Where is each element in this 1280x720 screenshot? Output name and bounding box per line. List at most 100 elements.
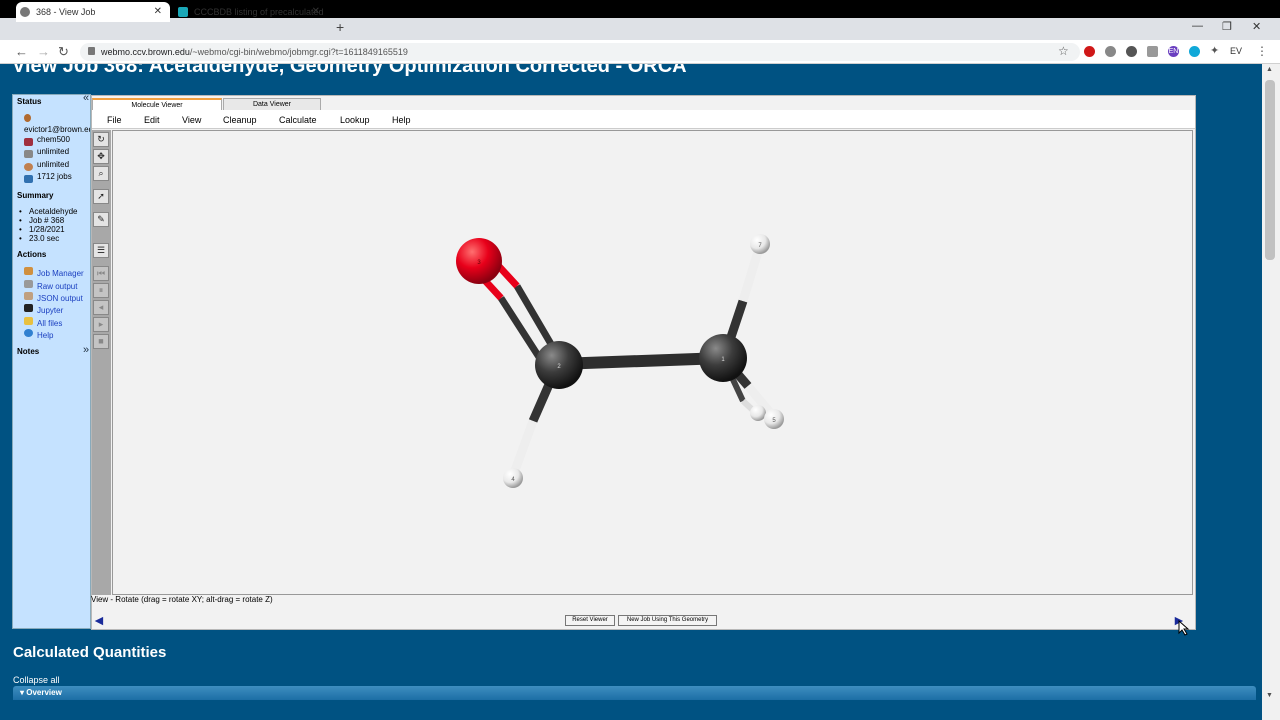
jupyter-icon (24, 304, 33, 312)
expand-notes-icon[interactable]: » (83, 344, 89, 356)
tab-molecule-viewer[interactable]: Molecule Viewer (92, 98, 222, 110)
job-sidebar: « Status evictor1@brown.edu chem500 unli… (12, 94, 91, 629)
summary-molecule: Acetaldehyde (29, 207, 78, 216)
json-output-link[interactable]: JSON output (37, 294, 83, 303)
scrollbar-thumb[interactable] (1265, 80, 1275, 260)
pause-icon[interactable]: ⏸ (93, 283, 109, 298)
previous-arrow-icon[interactable]: ◄ (92, 612, 106, 628)
mouse-cursor-icon (1178, 620, 1190, 636)
stop-icon[interactable]: ■ (93, 334, 109, 349)
browser-menu-icon[interactable]: ⋮ (1256, 44, 1268, 58)
overview-toggle[interactable]: ▾ Overview (20, 688, 62, 697)
menu-edit[interactable]: Edit (144, 115, 160, 125)
draw-tool-icon[interactable]: ✎ (93, 212, 109, 227)
document-icon (24, 280, 33, 288)
calculated-quantities-heading: Calculated Quantities (13, 644, 167, 661)
atom-c1[interactable]: 1 (699, 334, 747, 382)
forward-arrow-icon[interactable]: → (37, 44, 50, 59)
new-tab-icon[interactable]: + (336, 19, 344, 35)
language-extension-icon[interactable]: EN (1168, 46, 1179, 57)
status-user: evictor1@brown.edu (24, 125, 91, 134)
viewer-status-text: View - Rotate (drag = rotate XY; alt-dra… (91, 595, 273, 604)
summary-heading: Summary (17, 191, 54, 200)
browser-tab-view-job[interactable]: 368 - View Job ✕ (16, 2, 170, 22)
atom-o3[interactable]: 3 (456, 238, 502, 284)
zoom-tool-icon[interactable]: ⌕ (93, 166, 109, 181)
home-icon (24, 267, 33, 275)
step-back-icon[interactable]: ◂ (93, 300, 109, 315)
summary-job-number: Job # 368 (29, 216, 65, 225)
back-arrow-icon[interactable]: ← (15, 44, 28, 59)
menu-calculate[interactable]: Calculate (279, 115, 317, 125)
molecule-canvas[interactable]: 3 2 1 4 7 5 (112, 130, 1193, 595)
summary-date: 1/28/2021 (29, 225, 65, 234)
tab-close-icon[interactable]: ✕ (312, 6, 320, 17)
skype-extension-icon[interactable] (1189, 46, 1200, 57)
adblock-extension-icon[interactable] (1084, 46, 1095, 57)
overview-section-header[interactable] (13, 686, 1256, 700)
actions-heading: Actions (17, 250, 47, 259)
all-files-link[interactable]: All files (37, 319, 62, 328)
atom-h5[interactable]: 5 (764, 409, 784, 429)
user-icon (24, 114, 31, 122)
cccbdb-favicon-icon (178, 7, 188, 17)
select-tool-icon[interactable]: ➚ (93, 189, 109, 204)
folder-icon (24, 317, 33, 325)
collapse-all-link[interactable]: Collapse all (13, 675, 60, 685)
menu-lookup[interactable]: Lookup (340, 115, 370, 125)
translate-tool-icon[interactable]: ✥ (93, 149, 109, 164)
bullet: • (19, 216, 22, 225)
url-text[interactable]: webmo.ccv.brown.edu/~webmo/cgi-bin/webmo… (101, 47, 408, 57)
time-quota-icon (24, 163, 33, 171)
screen: 368 - View Job ✕ CCCBDB listing of preca… (0, 0, 1280, 720)
atom-h4[interactable]: 4 (503, 468, 523, 488)
rotate-tool-icon[interactable]: ↻ (93, 132, 109, 147)
job-manager-link[interactable]: Job Manager (37, 269, 84, 278)
puzzle-extensions-icon[interactable]: ✦ (1210, 44, 1219, 57)
bookmark-star-icon[interactable]: ☆ (1058, 44, 1069, 58)
new-job-geometry-button[interactable]: New Job Using This Geometry (618, 615, 717, 626)
overview-label: Overview (26, 688, 62, 697)
tab-data-viewer[interactable]: Data Viewer (223, 98, 321, 110)
collapse-sidebar-icon[interactable]: « (83, 95, 89, 104)
menu-view[interactable]: View (182, 115, 201, 125)
step-forward-icon[interactable]: ▸ (93, 317, 109, 332)
scroll-down-icon[interactable]: ▼ (1266, 692, 1273, 699)
help-link[interactable]: Help (37, 331, 53, 340)
reset-viewer-button[interactable]: Reset Viewer (565, 615, 615, 626)
notes-heading: Notes (17, 347, 40, 356)
atom-h7[interactable]: 7 (750, 234, 770, 254)
raw-output-link[interactable]: Raw output (37, 282, 77, 291)
lock-icon (88, 47, 95, 55)
menu-cleanup[interactable]: Cleanup (223, 115, 257, 125)
atom-c2[interactable]: 2 (535, 341, 583, 389)
gear-extension-icon[interactable] (1126, 46, 1137, 57)
disk-quota-icon (24, 150, 33, 158)
maximize-icon[interactable]: ❐ (1222, 20, 1232, 33)
viewer-menu-bar (92, 110, 1195, 129)
molecule-svg[interactable]: 3 2 1 4 7 5 (113, 131, 1194, 596)
browser-tab-cccbdb[interactable]: CCCBDB listing of precalculated ✕ (174, 2, 328, 22)
page-title: View Job 368: Acetaldehyde, Geometry Opt… (12, 64, 687, 77)
screen-extension-icon[interactable] (1147, 46, 1158, 57)
tab-label: CCCBDB listing of precalculated (194, 7, 324, 17)
first-frame-icon[interactable]: ⏮ (93, 266, 109, 281)
menu-help[interactable]: Help (392, 115, 411, 125)
minimize-icon[interactable]: — (1192, 20, 1203, 32)
list-tool-icon[interactable]: ☰ (93, 243, 109, 258)
atom-h5-back[interactable] (750, 405, 766, 421)
tab-label: 368 - View Job (36, 7, 96, 17)
json-icon (24, 292, 33, 300)
bullet: • (19, 234, 22, 243)
download-extension-icon[interactable] (1105, 46, 1116, 57)
menu-file[interactable]: File (107, 115, 122, 125)
profile-avatar[interactable]: EV (1230, 46, 1242, 56)
group-icon (24, 138, 33, 146)
help-icon (24, 329, 33, 337)
reload-icon[interactable]: ↻ (58, 44, 69, 60)
scroll-up-icon[interactable]: ▲ (1266, 66, 1273, 73)
tab-close-icon[interactable]: ✕ (154, 6, 162, 17)
bullet: • (19, 225, 22, 234)
jupyter-link[interactable]: Jupyter (37, 306, 63, 315)
window-close-icon[interactable]: ✕ (1252, 20, 1261, 33)
